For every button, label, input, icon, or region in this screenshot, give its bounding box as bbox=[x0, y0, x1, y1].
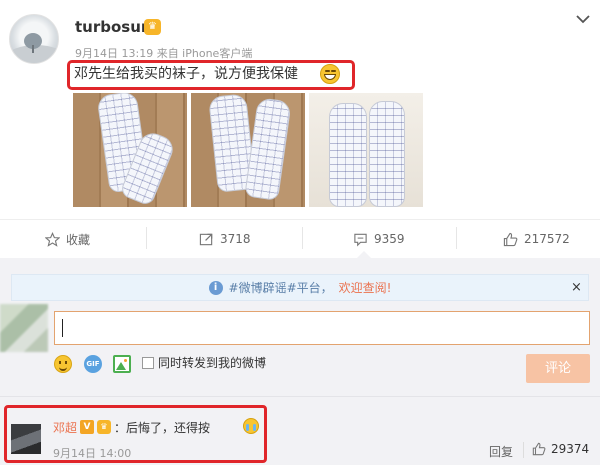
star-icon bbox=[45, 231, 60, 247]
reply-avatar[interactable] bbox=[11, 424, 41, 454]
notice-banner: i #微博辟谣#平台， 欢迎查阅! bbox=[11, 274, 589, 301]
reply-text: ：后悔了，还得按 bbox=[114, 421, 211, 435]
reply-like-count: 29374 bbox=[551, 442, 590, 456]
comment-count: 9359 bbox=[374, 232, 405, 246]
gif-icon[interactable]: GIF bbox=[84, 355, 102, 373]
reply-button[interactable]: 回复 bbox=[489, 443, 513, 460]
reply-username[interactable]: 邓超 bbox=[53, 419, 77, 436]
post-image-2[interactable] bbox=[191, 93, 305, 207]
action-separator bbox=[146, 227, 147, 249]
image-icon[interactable] bbox=[113, 355, 131, 373]
action-separator bbox=[456, 227, 457, 249]
like-button[interactable]: 217572 bbox=[503, 229, 570, 249]
divider bbox=[0, 219, 600, 220]
thumbs-up-icon bbox=[503, 232, 518, 246]
info-icon: i bbox=[208, 280, 223, 295]
favorite-label: 收藏 bbox=[66, 232, 91, 247]
repost-checkbox[interactable] bbox=[142, 357, 154, 369]
crown-icon: ♛ bbox=[97, 420, 111, 434]
crown-icon: ♛ bbox=[144, 19, 161, 35]
comment-icon bbox=[354, 233, 367, 246]
divider bbox=[0, 396, 600, 397]
notice-hashtag-link[interactable]: #微博辟谣#平台， bbox=[229, 279, 333, 296]
repost-icon bbox=[199, 233, 213, 245]
emoji-icon[interactable] bbox=[54, 355, 72, 373]
grin-emoji-icon bbox=[320, 64, 340, 84]
comment-input[interactable] bbox=[54, 311, 590, 345]
close-icon[interactable]: × bbox=[571, 281, 582, 294]
panel-pointer bbox=[357, 251, 371, 258]
repost-button[interactable]: 3718 bbox=[199, 229, 251, 249]
post-text: 邓先生给我买的袜子，说方便我保健 bbox=[74, 66, 298, 82]
action-separator bbox=[302, 227, 303, 249]
submit-comment-button[interactable]: 评论 bbox=[526, 354, 590, 383]
chevron-down-icon[interactable] bbox=[576, 14, 590, 24]
post-image-1[interactable] bbox=[73, 93, 187, 207]
comment-button[interactable]: 9359 bbox=[353, 229, 405, 249]
post-image-3[interactable] bbox=[309, 93, 423, 207]
user-avatar[interactable] bbox=[9, 14, 59, 64]
favorite-button[interactable]: 收藏 bbox=[45, 229, 90, 249]
notice-welcome-text: 欢迎查阅! bbox=[338, 281, 392, 295]
weibo-post-card: turbosun ♛ 9月14日 13:19 来自 iPhone客户端 邓先生给… bbox=[0, 0, 600, 465]
repost-count: 3718 bbox=[220, 232, 251, 246]
vip-badge: V bbox=[80, 420, 94, 434]
reply-date: 9月14日 14:00 bbox=[53, 447, 132, 460]
reply-like-button[interactable]: 29374 bbox=[532, 442, 589, 456]
repost-checkbox-label[interactable]: 同时转发到我的微博 bbox=[158, 355, 266, 371]
thumbs-up-icon bbox=[532, 442, 546, 456]
cry-emoji-icon bbox=[243, 418, 259, 434]
username[interactable]: turbosun bbox=[75, 18, 152, 36]
action-separator bbox=[523, 442, 524, 458]
text-cursor bbox=[62, 319, 63, 337]
current-user-avatar bbox=[0, 304, 48, 352]
post-meta: 9月14日 13:19 来自 iPhone客户端 bbox=[75, 47, 253, 60]
like-count: 217572 bbox=[524, 232, 570, 246]
